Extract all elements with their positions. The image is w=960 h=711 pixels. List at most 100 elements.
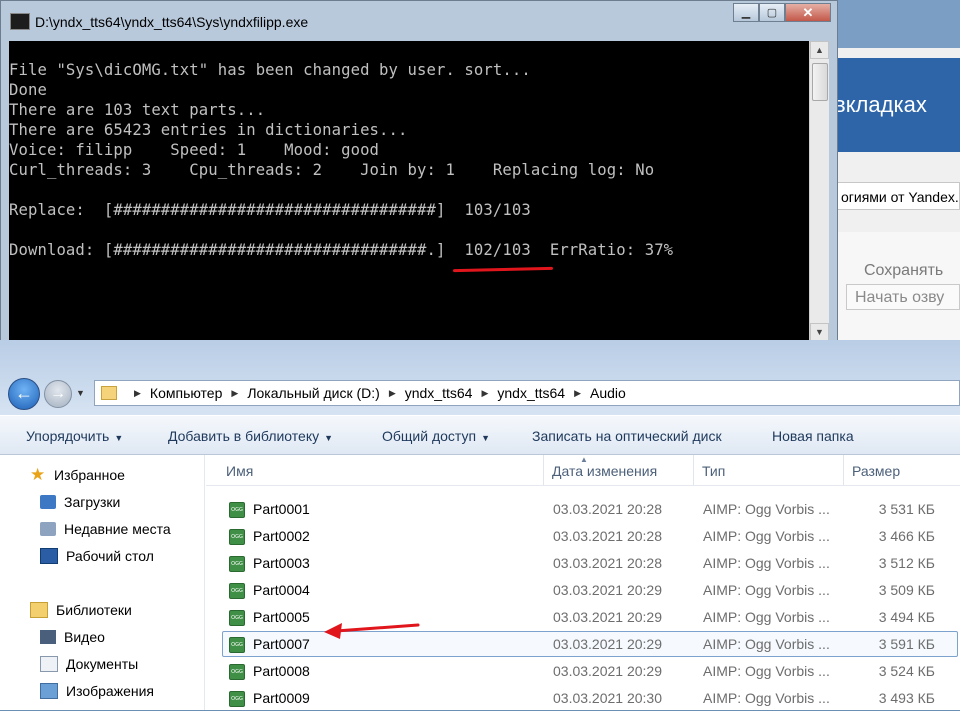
nav-documents[interactable]: Документы — [40, 656, 138, 672]
file-size: 3 512 КБ — [878, 555, 935, 571]
window-controls: ▁ ▢ ✕ — [733, 3, 831, 23]
ogg-file-icon: OGG — [229, 502, 245, 518]
organize-button[interactable]: Упорядочить ▼ — [26, 428, 123, 444]
file-size: 3 509 КБ — [878, 582, 935, 598]
forward-button[interactable]: → — [44, 380, 72, 408]
file-date: 03.03.2021 20:29 — [553, 609, 662, 625]
images-icon — [40, 683, 58, 699]
file-type: AIMP: Ogg Vorbis ... — [703, 528, 830, 544]
file-date: 03.03.2021 20:28 — [553, 555, 662, 571]
breadcrumb-item[interactable]: ▶ Audio — [565, 385, 626, 401]
star-icon: ★ — [30, 465, 46, 484]
scroll-thumb[interactable] — [812, 63, 828, 101]
chevron-right-icon: ▶ — [134, 387, 141, 398]
background-save-button[interactable]: Сохранять — [864, 262, 943, 280]
file-date: 03.03.2021 20:30 — [553, 690, 662, 706]
file-name: Part0002 — [253, 528, 310, 544]
column-name[interactable]: Имя — [226, 463, 253, 479]
file-size: 3 466 КБ — [878, 528, 935, 544]
nav-libraries[interactable]: Библиотеки — [30, 602, 132, 618]
close-button[interactable]: ✕ — [785, 3, 831, 22]
column-size[interactable]: Размер — [852, 463, 900, 479]
file-name: Part0008 — [253, 663, 310, 679]
new-folder-button[interactable]: Новая папка — [772, 428, 854, 444]
column-divider[interactable] — [843, 455, 844, 485]
burn-disc-button[interactable]: Записать на оптический диск — [532, 428, 722, 444]
breadcrumb-item[interactable]: ▶ Локальный диск (D:) — [222, 385, 379, 401]
file-type: AIMP: Ogg Vorbis ... — [703, 663, 830, 679]
background-yandex-field[interactable]: огиями от Yandex. — [834, 182, 960, 210]
downloads-icon — [40, 495, 56, 509]
breadcrumb-item[interactable]: ▶ yndx_tts64 — [472, 385, 565, 401]
back-button[interactable]: ← — [8, 378, 40, 410]
add-to-library-button[interactable]: Добавить в библиотеку ▼ — [168, 428, 333, 444]
address-bar[interactable]: ▶ Компьютер ▶ Локальный диск (D:) ▶ yndx_tt… — [94, 380, 960, 406]
close-icon: ✕ — [802, 4, 814, 20]
file-row[interactable]: OGG Part0003 03.03.2021 20:28 AIMP: Ogg Vor… — [222, 550, 958, 576]
column-date[interactable]: Дата изменения — [552, 463, 657, 479]
console-scrollbar[interactable]: ▲ ▼ — [809, 41, 829, 341]
file-date: 03.03.2021 20:28 — [553, 501, 662, 517]
file-date: 03.03.2021 20:28 — [553, 528, 662, 544]
scroll-down-button[interactable]: ▼ — [810, 323, 829, 341]
nav-images[interactable]: Изображения — [40, 683, 154, 699]
file-row[interactable]: OGG Part0009 03.03.2021 20:30 AIMP: Ogg Vor… — [222, 685, 958, 711]
file-name: Part0005 — [253, 609, 310, 625]
ogg-file-icon: OGG — [229, 637, 245, 653]
console-app-icon — [10, 13, 30, 30]
file-row[interactable]: OGG Part0008 03.03.2021 20:29 AIMP: Ogg Vor… — [222, 658, 958, 684]
explorer-titlebar: ← → ▼ ▶ Компьютер ▶ Локальный диск (D:) ▶ y… — [0, 340, 960, 415]
breadcrumb-item[interactable]: ▶ yndx_tts64 — [380, 385, 473, 401]
file-row[interactable]: OGG Part0004 03.03.2021 20:29 AIMP: Ogg Vor… — [222, 577, 958, 603]
recent-places-icon — [40, 522, 56, 536]
console-output: File "Sys\dicOMG.txt" has been changed b… — [9, 41, 809, 341]
file-row[interactable]: OGG Part0002 03.03.2021 20:28 AIMP: Ogg Vor… — [222, 523, 958, 549]
arrow-left-icon: ← — [15, 383, 33, 403]
minimize-button[interactable]: ▁ — [733, 3, 759, 22]
column-divider[interactable] — [543, 455, 544, 485]
file-name: Part0004 — [253, 582, 310, 598]
console-line: File "Sys\dicOMG.txt" has been changed b… — [9, 61, 531, 79]
file-size: 3 494 КБ — [878, 609, 935, 625]
column-divider[interactable] — [693, 455, 694, 485]
background-header-text: вкладках — [834, 92, 927, 117]
chevron-down-icon: ▼ — [76, 388, 85, 398]
breadcrumb-item[interactable]: ▶ Компьютер — [125, 385, 222, 401]
red-arrow-annotation — [324, 623, 420, 639]
nav-downloads[interactable]: Загрузки — [40, 494, 120, 510]
ogg-file-icon: OGG — [229, 556, 245, 572]
file-type: AIMP: Ogg Vorbis ... — [703, 690, 830, 706]
share-button[interactable]: Общий доступ ▼ — [382, 428, 490, 444]
file-row[interactable]: OGG Part0001 03.03.2021 20:28 AIMP: Ogg Vor… — [222, 496, 958, 522]
background-header: вкладках — [820, 58, 960, 152]
libraries-icon — [30, 602, 48, 618]
console-line: Done — [9, 81, 47, 99]
console-line: There are 65423 entries in dictionaries.… — [9, 121, 408, 139]
command-bar: Упорядочить ▼ Добавить в библиотеку ▼ Общи… — [0, 415, 960, 455]
folder-icon — [101, 386, 117, 400]
nav-favorites[interactable]: ★ Избранное — [30, 465, 125, 484]
nav-video[interactable]: Видео — [40, 629, 105, 645]
console-line: Curl_threads: 3 Cpu_threads: 2 Join by: … — [9, 161, 655, 179]
explorer-window: ← → ▼ ▶ Компьютер ▶ Локальный диск (D:) ▶ y… — [0, 340, 960, 710]
background-start-button[interactable]: Начать озву — [846, 284, 960, 310]
file-name: Part0001 — [253, 501, 310, 517]
background-app-window: вкладках огиями от Yandex. Сохранять Нач… — [820, 0, 960, 345]
maximize-button[interactable]: ▢ — [759, 3, 785, 22]
history-dropdown[interactable]: ▼ — [76, 388, 85, 398]
navigation-pane: ★ Избранное Загрузки Недавние места Рабоч… — [0, 455, 205, 710]
chevron-down-icon: ▼ — [324, 433, 334, 443]
chevron-down-icon: ▼ — [481, 433, 490, 443]
minimize-icon: ▁ — [741, 7, 751, 19]
column-headers: ▲ Имя Дата изменения Тип Размер — [206, 455, 960, 486]
column-type[interactable]: Тип — [702, 463, 725, 479]
documents-icon — [40, 656, 58, 672]
scroll-up-button[interactable]: ▲ — [810, 41, 829, 59]
file-date: 03.03.2021 20:29 — [553, 582, 662, 598]
ogg-file-icon: OGG — [229, 664, 245, 680]
nav-desktop[interactable]: Рабочий стол — [40, 548, 154, 564]
chevron-up-icon: ▲ — [815, 45, 824, 55]
nav-recent-places[interactable]: Недавние места — [40, 521, 171, 537]
console-titlebar[interactable]: D:\yndx_tts64\yndx_tts64\Sys\yndxfilipp.… — [1, 1, 839, 41]
chevron-right-icon: ▶ — [481, 387, 489, 398]
